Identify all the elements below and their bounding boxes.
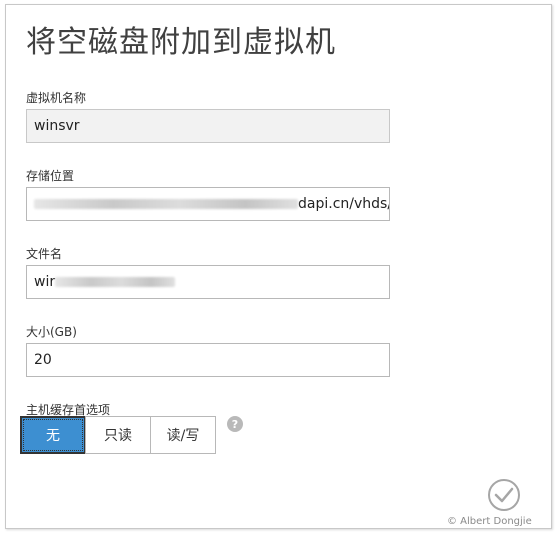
watermark: © Albert Dongjie	[447, 516, 532, 527]
checkmark-icon	[494, 487, 514, 503]
file-name-value: wir	[34, 274, 56, 290]
size-label: 大小(GB)	[26, 325, 77, 339]
vm-name-label: 虚拟机名称	[26, 91, 87, 105]
help-icon[interactable]: ?	[227, 416, 243, 432]
file-name-label: 文件名	[26, 247, 63, 261]
storage-location-input[interactable]: dapi.cn/vhds/	[26, 187, 390, 221]
storage-location-label: 存储位置	[26, 169, 75, 183]
vm-name-value: winsvr	[34, 118, 80, 134]
cache-option-readwrite[interactable]: 读/写	[150, 416, 216, 454]
confirm-button[interactable]	[488, 479, 520, 511]
host-cache-selector: 无 只读 读/写	[20, 416, 216, 454]
dialog-title: 将空磁盘附加到虚拟机	[26, 25, 336, 60]
size-input[interactable]: 20	[26, 343, 390, 377]
redacted-text	[55, 277, 176, 287]
storage-location-value: dapi.cn/vhds/	[298, 196, 390, 212]
cache-option-none[interactable]: 无	[20, 416, 86, 454]
file-name-input[interactable]: wir	[26, 265, 390, 299]
size-value: 20	[34, 352, 52, 368]
redacted-text	[34, 199, 298, 209]
cache-option-readonly[interactable]: 只读	[85, 416, 151, 454]
vm-name-field: winsvr	[26, 109, 390, 143]
